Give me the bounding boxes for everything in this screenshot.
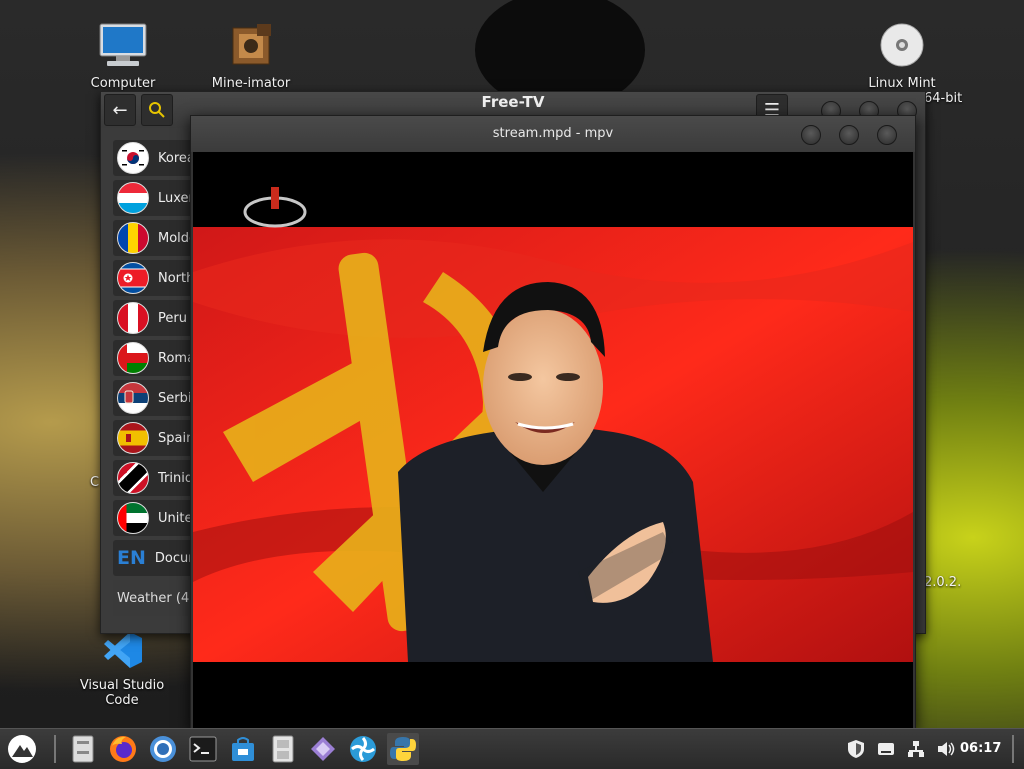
mpv-titlebar[interactable]: stream.mpd - mpv <box>191 116 915 152</box>
taskbar-mine-imator[interactable] <box>307 733 339 765</box>
taskbar: 06:17 <box>0 728 1024 769</box>
cabinet-icon <box>72 735 94 763</box>
south-korea-flag-icon <box>117 142 149 174</box>
taskbar-vscodium[interactable] <box>347 733 379 765</box>
taskbar-python[interactable] <box>387 733 419 765</box>
mint-menu-icon <box>8 735 36 763</box>
north-korea-flag-icon <box>117 262 149 294</box>
mpv-window: stream.mpd - mpv <box>190 115 916 730</box>
security-shield-icon[interactable] <box>846 739 866 759</box>
freetv-title: Free-TV <box>481 93 545 111</box>
uae-flag-icon <box>117 502 149 534</box>
keyboard-icon[interactable] <box>876 739 896 759</box>
disc-icon <box>852 22 952 72</box>
taskbar-documents[interactable] <box>267 733 299 765</box>
network-icon[interactable] <box>906 739 926 759</box>
oman-flag-icon <box>117 342 149 374</box>
desktop-label-fragment: C <box>90 475 100 490</box>
python-icon <box>390 737 416 761</box>
desktop-icon-computer[interactable]: Computer <box>82 22 164 91</box>
volume-icon[interactable] <box>936 739 956 759</box>
vscodium-icon <box>350 736 376 762</box>
taskbar-separator <box>54 735 56 763</box>
channel-label: Spain <box>158 430 195 446</box>
computer-icon <box>82 22 164 72</box>
taskbar-software-store[interactable] <box>227 733 259 765</box>
clock[interactable]: 06:17 <box>960 741 1001 756</box>
spain-flag-icon <box>117 422 149 454</box>
en-badge: EN <box>117 547 146 569</box>
store-bag-icon <box>232 737 254 761</box>
trinidad-flag-icon <box>117 462 149 494</box>
taskbar-file-manager[interactable] <box>67 733 99 765</box>
channel-label: Peru <box>158 310 187 326</box>
firefox-icon <box>110 736 136 762</box>
taskbar-chromium[interactable] <box>147 733 179 765</box>
document-cabinet-icon <box>272 735 294 763</box>
moldova-flag-icon <box>117 222 149 254</box>
serbia-flag-icon <box>117 382 149 414</box>
video-frame <box>193 152 913 728</box>
start-menu-button[interactable] <box>6 733 38 765</box>
desktop-version-fragment: 2.0.2. <box>924 575 962 590</box>
taskbar-firefox[interactable] <box>107 733 139 765</box>
disc-label-fragment: 64-bit <box>924 91 963 106</box>
luxembourg-flag-icon <box>117 182 149 214</box>
terminal-icon <box>189 736 217 762</box>
vscode-icon <box>74 630 170 674</box>
mpv-maximize-button[interactable] <box>839 125 859 145</box>
desktop-icon-label: Computer <box>90 76 156 91</box>
diamond-icon <box>311 737 335 761</box>
desktop-icon-label: Visual Studio Code <box>79 678 165 708</box>
chromium-icon <box>150 736 176 762</box>
peru-flag-icon <box>117 302 149 334</box>
mpv-minimize-button[interactable] <box>801 125 821 145</box>
taskbar-terminal[interactable] <box>187 733 219 765</box>
video-area[interactable] <box>193 152 913 728</box>
desktop-icon-vscode[interactable]: Visual Studio Code <box>74 630 170 708</box>
mine-imator-icon <box>196 22 306 72</box>
mpv-close-button[interactable] <box>877 125 897 145</box>
show-desktop-button[interactable] <box>1012 735 1014 763</box>
